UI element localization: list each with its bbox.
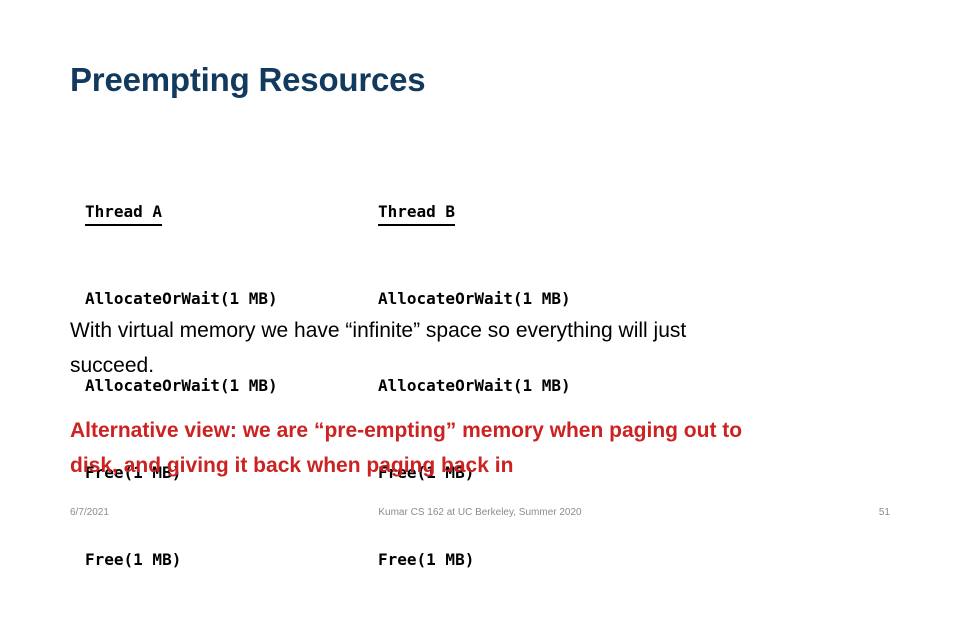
- code-block: Thread A AllocateOrWait(1 MB) AllocateOr…: [85, 139, 785, 632]
- code-column-header-wrap: Thread A: [85, 197, 378, 226]
- page-title: Preempting Resources: [70, 61, 426, 98]
- code-line: Free(1 MB): [85, 550, 182, 569]
- code-column-header-wrap: Thread B: [378, 197, 708, 226]
- code-column-header-thread-a: Thread A: [85, 200, 163, 226]
- footer-page-number: 51: [878, 507, 890, 518]
- slide-canvas: Preempting Resources Thread A AllocateOr…: [0, 0, 960, 569]
- code-line: AllocateOrWait(1 MB): [85, 289, 278, 308]
- body-paragraph-alternative-view: Alternative view: we are “pre-empting” m…: [70, 419, 743, 477]
- slide-footer: 6/7/2021 Kumar CS 162 at UC Berkeley, Su…: [0, 506, 960, 526]
- body-paragraph-virtual-memory: With virtual memory we have “infinite” s…: [70, 319, 687, 377]
- code-column-header-thread-b: Thread B: [378, 200, 456, 226]
- footer-attribution: Kumar CS 162 at UC Berkeley, Summer 2020: [378, 507, 582, 518]
- code-line: Free(1 MB): [378, 550, 475, 569]
- code-column-thread-b: Thread B AllocateOrWait(1 MB) AllocateOr…: [378, 139, 708, 632]
- code-column-thread-a: Thread A AllocateOrWait(1 MB) AllocateOr…: [85, 139, 378, 632]
- code-line: AllocateOrWait(1 MB): [378, 289, 571, 308]
